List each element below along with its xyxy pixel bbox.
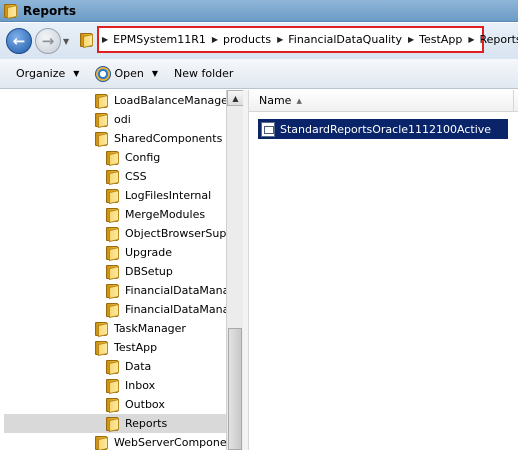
tree-item[interactable]: ObjectBrowserSuppo (106, 224, 226, 243)
column-divider[interactable] (513, 90, 514, 112)
tree-item[interactable]: Data (106, 357, 151, 376)
chevron-right-icon[interactable]: ▶ (277, 35, 283, 44)
tree-item-label: LogFilesInternal (125, 189, 212, 202)
tree-item-label: Inbox (125, 379, 156, 392)
recent-pages-dropdown[interactable]: ▼ (63, 37, 69, 46)
tree-item-label: ObjectBrowserSuppo (125, 227, 226, 240)
chevron-down-icon: ▼ (73, 69, 80, 78)
tree-item-label: Upgrade (125, 246, 173, 259)
tree-item[interactable]: TaskManager (95, 319, 186, 338)
tree-item-label: TestApp (114, 341, 158, 354)
folder-icon (106, 150, 120, 167)
tree-item-label: FinancialDataManage (125, 284, 226, 297)
tree-item[interactable]: DBSetup (106, 262, 173, 281)
tree-item[interactable]: CSS (106, 167, 147, 186)
folder-icon (106, 264, 120, 281)
tree-item-label: odi (114, 113, 131, 126)
folder-icon (95, 131, 109, 148)
folder-icon (106, 416, 120, 433)
tree-item[interactable]: SharedComponents (95, 129, 222, 148)
folder-icon (106, 378, 120, 395)
folder-icon (95, 93, 109, 110)
folder-icon (106, 359, 120, 376)
sort-ascending-icon: ▲ (296, 96, 302, 105)
chevron-right-icon[interactable]: ▶ (212, 35, 218, 44)
tree-item[interactable]: WebServerComponents (95, 433, 226, 450)
column-header-name[interactable]: Name ▲ (249, 90, 518, 112)
folder-icon (106, 245, 120, 262)
scroll-up-icon[interactable]: ▲ (227, 90, 244, 106)
folder-icon (106, 188, 120, 205)
tree-item-label: DBSetup (125, 265, 173, 278)
tree-item[interactable]: LoadBalanceManager (95, 91, 226, 110)
tree-item[interactable]: TestApp (95, 338, 157, 357)
forward-button[interactable]: → (35, 28, 61, 54)
open-button[interactable]: Open ▼ (95, 65, 158, 82)
tree-item[interactable]: Upgrade (106, 243, 172, 262)
tree-item-label: MergeModules (125, 208, 206, 221)
tree-item-label: LoadBalanceManager (114, 94, 226, 107)
command-bar: Organize ▼ Open ▼ New folder (0, 59, 518, 89)
folder-icon (106, 207, 120, 224)
tree-item-label: FinancialDataManage (125, 303, 226, 316)
breadcrumb-item[interactable]: ▶ EPMSystem11R1 (102, 33, 206, 46)
internet-explorer-icon (95, 65, 112, 82)
chevron-right-icon[interactable]: ▶ (468, 35, 474, 44)
tree-item[interactable]: LogFilesInternal (106, 186, 211, 205)
folder-icon (106, 283, 120, 300)
tree-item-label: Data (125, 360, 152, 373)
tree-item-label: CSS (125, 170, 147, 183)
folder-icon (95, 112, 109, 129)
tree-item[interactable]: Reports (4, 414, 226, 433)
folder-icon (106, 397, 120, 414)
chevron-right-icon[interactable]: ▶ (408, 35, 414, 44)
folder-icon (106, 226, 120, 243)
tree-item-label: Reports (125, 417, 168, 430)
folder-icon (80, 32, 94, 49)
folder-icon (95, 321, 109, 338)
arrow-right-icon: → (41, 31, 55, 50)
tree-item-label: Config (125, 151, 161, 164)
folder-icon (106, 302, 120, 319)
tree-item[interactable]: Inbox (106, 376, 155, 395)
new-folder-button[interactable]: New folder (174, 67, 233, 80)
title-bar: Reports (0, 0, 518, 22)
arrow-left-icon: ← (12, 31, 26, 50)
folder-icon (106, 169, 120, 186)
back-button[interactable]: ← (6, 28, 32, 54)
tree-item[interactable]: odi (95, 110, 131, 129)
navigation-pane[interactable]: LoadBalanceManager odi SharedComponents Con… (0, 90, 226, 450)
nav-scrollbar[interactable]: ▲ (226, 90, 244, 450)
window-title: Reports (23, 3, 77, 18)
breadcrumb-item[interactable]: ▶ FinancialDataQuality (277, 33, 402, 46)
breadcrumb-item[interactable]: ▶ Reports (468, 33, 518, 46)
tree-item-label: WebServerComponents (114, 436, 226, 449)
report-file-icon (261, 121, 275, 137)
breadcrumb-item[interactable]: ▶ TestApp (408, 33, 462, 46)
tree-item[interactable]: Config (106, 148, 160, 167)
chevron-down-icon[interactable]: ▼ (152, 69, 158, 78)
scrollbar-thumb[interactable] (228, 328, 242, 450)
tree-item[interactable]: FinancialDataManage (106, 281, 226, 300)
file-list[interactable]: Name ▲ StandardReportsOracle1112100Activ… (249, 90, 518, 450)
tree-item[interactable]: Outbox (106, 395, 165, 414)
navigation-bar: ← → ▼ ▶ EPMSystem11R1 ▶ products ▶ Financia… (0, 23, 518, 59)
file-item[interactable]: StandardReportsOracle1112100Active (258, 119, 508, 139)
tree-item[interactable]: FinancialDataManage (106, 300, 226, 319)
tree-item-label: TaskManager (114, 322, 186, 335)
folder-icon (95, 435, 109, 450)
folder-icon (4, 3, 18, 20)
address-bar[interactable]: ▶ EPMSystem11R1 ▶ products ▶ FinancialDataQ… (97, 26, 518, 53)
tree-item-label: SharedComponents (114, 132, 223, 145)
tree-item[interactable]: MergeModules (106, 205, 205, 224)
organize-button[interactable]: Organize ▼ (16, 67, 79, 80)
chevron-right-icon[interactable]: ▶ (102, 35, 108, 44)
tree-item-label: Outbox (125, 398, 165, 411)
breadcrumb-item[interactable]: ▶ products (212, 33, 271, 46)
folder-icon (95, 340, 109, 357)
